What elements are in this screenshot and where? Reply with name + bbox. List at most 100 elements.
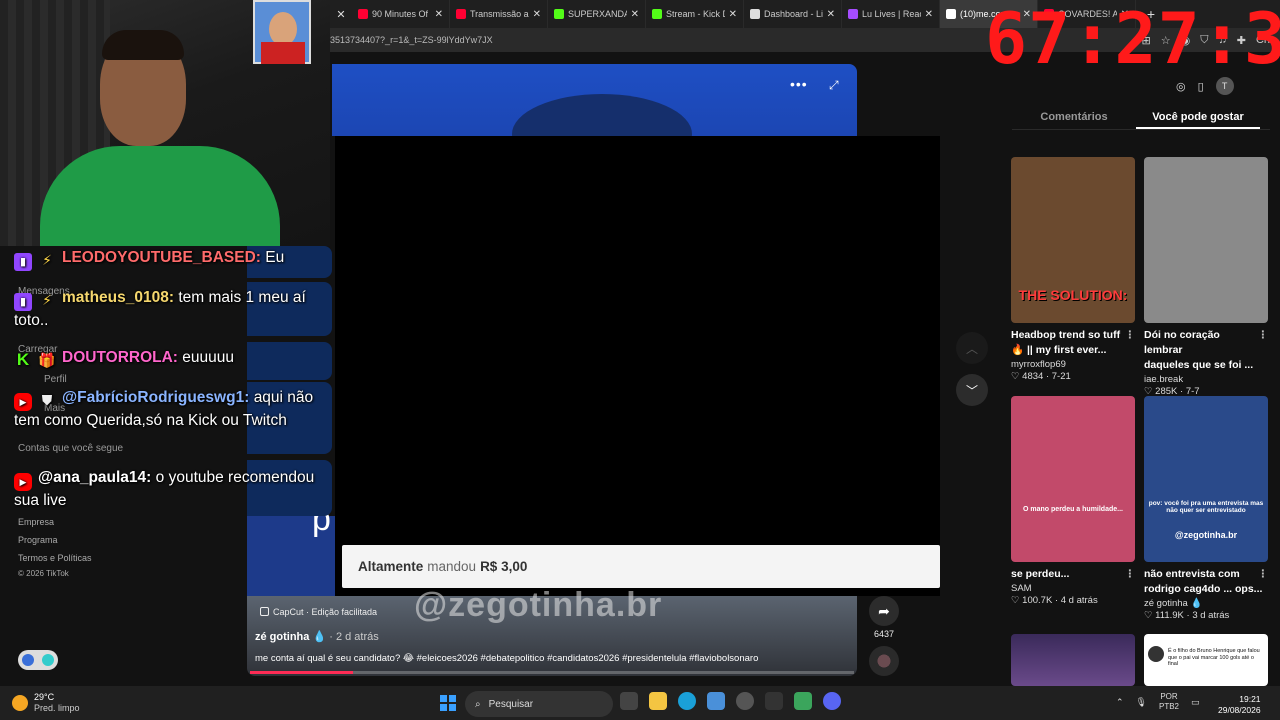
card-title[interactable]: Headbop trend so tuff ⋮ (1011, 328, 1135, 343)
browser-tab[interactable]: Lu Lives | React ✕ (842, 0, 940, 28)
tab-favicon-icon (456, 9, 466, 19)
extension-icon-a (22, 654, 34, 666)
tab-title: Dashboard - Live (764, 9, 823, 19)
tab-you-may-like[interactable]: Você pode gostar (1136, 104, 1260, 129)
more-options-icon[interactable]: ⋮ (1258, 328, 1269, 343)
card-title[interactable]: Dói no coração lembrar ⋮ (1144, 328, 1268, 358)
tab-close-icon[interactable]: ✕ (729, 9, 737, 20)
card-author[interactable]: iae.break (1144, 374, 1268, 385)
like-count: 111.9K (1155, 610, 1184, 621)
chat-username: DOUTORROLA (62, 349, 173, 366)
obs-icon[interactable] (736, 692, 754, 710)
video-progress-bar[interactable] (250, 671, 854, 674)
video-card[interactable]: THE SOLUTION: Headbop trend so tuff ⋮ 🔥 |… (1011, 157, 1135, 382)
clock-time: 19:21 (1239, 694, 1261, 704)
start-button[interactable] (440, 695, 456, 711)
video-caption: me conta aí qual é seu candidato? 😂 #ele… (255, 653, 759, 664)
video-card-thumbnail[interactable]: O mano perdeu a humildade... (1011, 396, 1135, 562)
browser-tab[interactable]: Transmissão ao v ✕ (450, 0, 548, 28)
video-card-thumbnail[interactable]: THE SOLUTION: (1011, 157, 1135, 323)
system-clock[interactable]: 19:21 29/08/2026 (1218, 694, 1261, 716)
browser-tab[interactable]: Stream - Kick Da ✕ (646, 0, 744, 28)
tab-close-icon[interactable]: ✕ (631, 9, 639, 20)
tab-close-icon[interactable]: ✕ (330, 8, 352, 21)
chat-username: @FabrícioRodrigueswg1 (62, 389, 245, 406)
chat-text: euuuuu (182, 349, 235, 366)
tab-close-icon[interactable]: ✕ (533, 9, 541, 20)
browser-tab[interactable]: Dashboard - Live ✕ (744, 0, 842, 28)
tab-favicon-icon (554, 9, 564, 19)
browser-tab[interactable]: 90 Minutes Of N ✕ (352, 0, 450, 28)
task-view-icon[interactable] (620, 692, 638, 710)
chevron-up-icon: ︿ (965, 341, 978, 356)
phone-icon[interactable]: ▯ (1198, 80, 1204, 93)
edge-icon[interactable] (678, 692, 696, 710)
capcut-icon (260, 607, 269, 616)
tab-favicon-icon (946, 9, 956, 19)
photos-icon[interactable] (707, 692, 725, 710)
post-date: 7-21 (1051, 371, 1071, 382)
donation-verb: mandou (427, 559, 477, 574)
tab-close-icon[interactable]: ✕ (435, 9, 443, 20)
next-video-button[interactable]: ﹀ (956, 374, 988, 406)
chat-username: LEODOYOUTUBE_BASED (62, 249, 256, 266)
author-name[interactable]: zé gotinha (255, 631, 309, 643)
language-indicator[interactable]: POR PTB2 (1159, 692, 1179, 712)
video-card-thumbnail[interactable]: pov: você foi pra uma entrevista mas não… (1144, 396, 1268, 562)
card-author[interactable]: SAM (1011, 583, 1135, 594)
video-player[interactable] (335, 136, 940, 596)
heart-icon: ♡ (1011, 595, 1020, 606)
verified-icon: 💧 (312, 631, 327, 643)
video-frame-top (332, 64, 857, 136)
video-card-thumbnail[interactable] (1144, 157, 1268, 323)
video-card-thumbnail[interactable]: É o filho do Bruno Henrique que falou qu… (1144, 634, 1268, 686)
share-button[interactable]: ➦ (869, 596, 899, 626)
video-blur (512, 94, 692, 136)
weather-widget[interactable]: 29°C Pred. limpo (12, 692, 80, 714)
kick-icon: K (16, 350, 30, 369)
more-options-icon[interactable]: ⋮ (1258, 567, 1269, 582)
fullscreen-icon[interactable]: ⤢ (829, 78, 839, 93)
capcut-tag[interactable]: CapCut · Edição facilitada (260, 607, 377, 617)
card-author[interactable]: zé gotinha 💧 (1144, 598, 1268, 609)
card-title[interactable]: não entrevista com ⋮ (1144, 567, 1268, 582)
card-author[interactable]: myrroxflop69 (1011, 359, 1135, 370)
chevron-up-icon[interactable]: ⌃ (1116, 697, 1124, 708)
previous-video-button[interactable]: ︿ (956, 332, 988, 364)
windows-logo-tile (440, 704, 447, 711)
more-options-icon[interactable]: ••• (790, 76, 808, 92)
tab-comments[interactable]: Comentários (1012, 104, 1136, 129)
chat-text: Eu (265, 249, 285, 266)
taskbar-search[interactable]: ⌕ Pesquisar (465, 691, 613, 717)
more-options-icon[interactable]: ⋮ (1125, 567, 1136, 582)
music-disc-icon[interactable] (869, 646, 899, 676)
discord-icon[interactable] (823, 692, 841, 710)
microphone-icon[interactable]: 🎙 (1136, 697, 1147, 708)
card-title[interactable]: se perdeu... ⋮ (1011, 567, 1135, 582)
browser-extension-badge[interactable] (18, 650, 58, 670)
network-icon[interactable]: ▭ (1191, 697, 1200, 708)
card-stats: ♡ 100.7K · 4 d atrás (1011, 595, 1098, 606)
browser-tab[interactable]: SUPERXANDAO ✕ (548, 0, 646, 28)
user-avatar[interactable]: T (1215, 77, 1234, 95)
video-card[interactable]: pov: você foi pra uma entrevista mas não… (1144, 396, 1268, 621)
video-card-thumbnail[interactable] (1011, 634, 1135, 686)
video-progress-fill (250, 671, 353, 674)
app-icon[interactable] (765, 692, 783, 710)
sun-icon (12, 695, 28, 711)
streamer-shirt (40, 146, 280, 246)
share-count: 6437 (873, 629, 895, 639)
tab-close-icon[interactable]: ✕ (827, 9, 835, 20)
compass-icon[interactable]: ◎ (1176, 80, 1186, 93)
card-thumb-text: É o filho do Bruno Henrique que falou qu… (1168, 648, 1260, 667)
tab-close-icon[interactable]: ✕ (925, 9, 933, 20)
video-card[interactable]: O mano perdeu a humildade... se perdeu..… (1011, 396, 1135, 606)
file-explorer-icon[interactable] (649, 692, 667, 710)
more-options-icon[interactable]: ⋮ (1125, 328, 1136, 343)
card-subtitle: daqueles que se foi ... (1144, 359, 1254, 371)
app-icon[interactable] (794, 692, 812, 710)
footer-link-program[interactable]: Programa (18, 535, 58, 545)
video-card[interactable]: Dói no coração lembrar ⋮ daqueles que se … (1144, 157, 1268, 397)
video-author[interactable]: zé gotinha 💧 · 2 d atrás (255, 630, 379, 643)
footer-link-terms[interactable]: Termos e Políticas (18, 553, 92, 563)
